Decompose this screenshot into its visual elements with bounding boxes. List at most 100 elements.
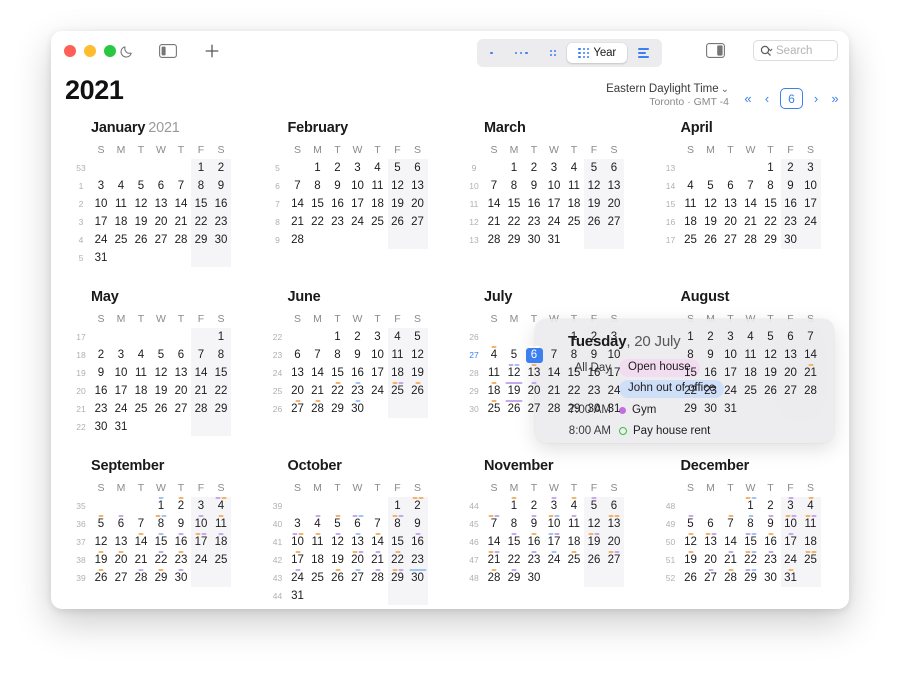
segment-day[interactable] bbox=[479, 43, 504, 63]
calendar-day-cell[interactable]: 15 bbox=[681, 364, 701, 382]
calendar-day-cell[interactable]: 7 bbox=[191, 346, 211, 364]
calendar-day-cell[interactable]: 10 bbox=[288, 533, 308, 551]
calendar-day-cell[interactable]: 10 bbox=[604, 346, 624, 364]
calendar-day-cell[interactable]: 13 bbox=[407, 177, 428, 195]
calendar-day-cell[interactable]: 30 bbox=[91, 418, 111, 436]
calendar-day-cell[interactable]: 7 bbox=[484, 515, 504, 533]
calendar-day-cell[interactable]: 25 bbox=[800, 551, 821, 569]
calendar-day-cell[interactable]: 14 bbox=[544, 364, 564, 382]
calendar-day-cell[interactable]: 17 bbox=[544, 195, 564, 213]
sidebar-toggle-icon[interactable] bbox=[159, 44, 177, 58]
calendar-day-cell[interactable]: 8 bbox=[211, 346, 231, 364]
calendar-day-cell[interactable]: 3 bbox=[544, 159, 564, 177]
calendar-day-cell[interactable]: 10 bbox=[348, 177, 368, 195]
timezone-name-row[interactable]: Eastern Daylight Time ⌄ bbox=[606, 83, 729, 95]
calendar-day-cell[interactable]: 27 bbox=[151, 231, 171, 249]
calendar-day-cell[interactable]: 24 bbox=[91, 231, 111, 249]
calendar-day-cell[interactable]: 10 bbox=[800, 177, 821, 195]
calendar-day-cell[interactable]: 1 bbox=[211, 328, 231, 346]
calendar-day-cell[interactable]: 1 bbox=[741, 497, 761, 515]
calendar-day-cell[interactable]: 25 bbox=[111, 231, 131, 249]
calendar-day-cell[interactable]: 14 bbox=[308, 364, 328, 382]
calendar-day-cell[interactable]: 7 bbox=[171, 177, 191, 195]
calendar-day-cell[interactable]: 16 bbox=[761, 533, 781, 551]
calendar-day-cell[interactable]: 7 bbox=[131, 515, 151, 533]
calendar-day-cell[interactable]: 13 bbox=[701, 533, 721, 551]
calendar-day-cell[interactable]: 20 bbox=[171, 382, 191, 400]
calendar-day-cell[interactable]: 4 bbox=[387, 328, 408, 346]
calendar-day-cell[interactable]: 14 bbox=[484, 533, 504, 551]
calendar-day-cell[interactable]: 17 bbox=[348, 195, 368, 213]
calendar-day-cell[interactable]: 14 bbox=[368, 533, 388, 551]
calendar-day-cell[interactable]: 4 bbox=[111, 177, 131, 195]
calendar-day-cell[interactable]: 13 bbox=[111, 533, 131, 551]
calendar-day-cell[interactable]: 5 bbox=[584, 159, 604, 177]
calendar-day-cell[interactable]: 27 bbox=[348, 569, 368, 587]
calendar-day-cell[interactable]: 14 bbox=[191, 364, 211, 382]
calendar-day-cell[interactable]: 28 bbox=[171, 231, 191, 249]
calendar-day-cell[interactable]: 28 bbox=[800, 382, 821, 400]
calendar-day-cell[interactable]: 11 bbox=[368, 177, 388, 195]
calendar-day-cell[interactable]: 3 bbox=[111, 346, 131, 364]
calendar-day-cell[interactable]: 11 bbox=[131, 364, 151, 382]
calendar-day-cell[interactable]: 3 bbox=[780, 497, 801, 515]
close-button[interactable] bbox=[64, 45, 76, 57]
calendar-day-cell[interactable]: 19 bbox=[328, 551, 348, 569]
calendar-day-cell[interactable]: 3 bbox=[348, 159, 368, 177]
calendar-day-cell[interactable]: 7 bbox=[484, 177, 504, 195]
calendar-day-cell[interactable]: 30 bbox=[348, 400, 368, 418]
timezone-selector[interactable]: Eastern Daylight Time ⌄ Toronto · GMT -4 bbox=[606, 83, 729, 108]
calendar-day-cell[interactable]: 28 bbox=[308, 400, 328, 418]
calendar-day-cell[interactable]: 16 bbox=[584, 364, 604, 382]
calendar-day-cell[interactable]: 8 bbox=[328, 346, 348, 364]
calendar-day-cell[interactable]: 9 bbox=[91, 364, 111, 382]
calendar-day-cell[interactable]: 24 bbox=[721, 382, 741, 400]
calendar-day-cell[interactable]: 19 bbox=[701, 213, 721, 231]
calendar-day-cell[interactable]: 8 bbox=[681, 346, 701, 364]
calendar-day-cell[interactable]: 22 bbox=[191, 213, 211, 231]
calendar-day-cell[interactable]: 26 bbox=[504, 400, 524, 418]
calendar-day-cell[interactable]: 11 bbox=[484, 364, 504, 382]
calendar-day-cell[interactable]: 14 bbox=[171, 195, 191, 213]
calendar-day-cell[interactable]: 7 bbox=[288, 177, 308, 195]
calendar-day-cell[interactable]: 16 bbox=[348, 364, 368, 382]
calendar-day-cell[interactable]: 13 bbox=[151, 195, 171, 213]
calendar-day-cell[interactable]: 5 bbox=[584, 497, 604, 515]
calendar-day-cell[interactable]: 11 bbox=[308, 533, 328, 551]
calendar-day-cell[interactable]: 23 bbox=[171, 551, 191, 569]
calendar-day-cell[interactable]: 22 bbox=[328, 382, 348, 400]
minimize-button[interactable] bbox=[84, 45, 96, 57]
calendar-day-cell[interactable]: 19 bbox=[387, 195, 408, 213]
calendar-day-cell[interactable]: 19 bbox=[407, 364, 428, 382]
calendar-day-cell[interactable]: 9 bbox=[584, 346, 604, 364]
calendar-day-cell[interactable]: 27 bbox=[604, 213, 624, 231]
calendar-day-cell[interactable]: 22 bbox=[761, 213, 781, 231]
view-segmented-control[interactable]: Year bbox=[477, 39, 663, 67]
calendar-day-cell[interactable]: 10 bbox=[721, 346, 741, 364]
calendar-day-cell[interactable]: 24 bbox=[111, 400, 131, 418]
calendar-day-cell[interactable]: 29 bbox=[741, 569, 761, 587]
calendar-day-cell[interactable]: 6 bbox=[348, 515, 368, 533]
calendar-day-cell[interactable]: 2 bbox=[524, 497, 544, 515]
calendar-day-cell[interactable]: 19 bbox=[761, 364, 781, 382]
nav-next-button[interactable]: › bbox=[810, 92, 822, 105]
calendar-day-cell[interactable]: 1 bbox=[681, 328, 701, 346]
calendar-day-cell[interactable]: 19 bbox=[131, 213, 151, 231]
calendar-day-cell[interactable]: 5 bbox=[407, 328, 428, 346]
calendar-day-cell[interactable]: 11 bbox=[387, 346, 408, 364]
calendar-day-cell[interactable]: 13 bbox=[348, 533, 368, 551]
calendar-day-cell[interactable]: 20 bbox=[721, 213, 741, 231]
calendar-day-cell[interactable]: 23 bbox=[524, 551, 544, 569]
calendar-day-cell[interactable]: 24 bbox=[800, 213, 821, 231]
calendar-day-cell[interactable]: 26 bbox=[328, 569, 348, 587]
calendar-day-cell[interactable]: 19 bbox=[681, 551, 701, 569]
calendar-day-cell[interactable]: 9 bbox=[348, 346, 368, 364]
calendar-day-cell[interactable]: 23 bbox=[780, 213, 801, 231]
calendar-day-cell[interactable]: 25 bbox=[131, 400, 151, 418]
calendar-day-cell[interactable]: 18 bbox=[308, 551, 328, 569]
calendar-day-cell[interactable]: 11 bbox=[681, 195, 701, 213]
calendar-day-cell[interactable]: 25 bbox=[484, 400, 504, 418]
calendar-day-cell[interactable]: 13 bbox=[604, 177, 624, 195]
calendar-day-cell[interactable]: 8 bbox=[761, 177, 781, 195]
calendar-day-cell[interactable]: 5 bbox=[151, 346, 171, 364]
